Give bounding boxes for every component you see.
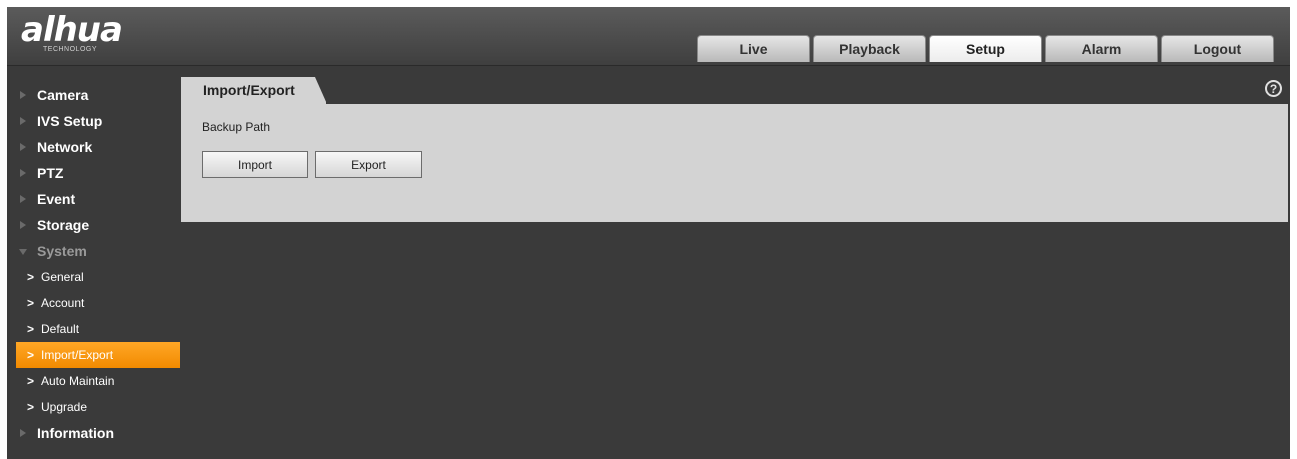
sidebar-item-label: Camera [37, 87, 89, 103]
collapsed-arrow-icon [20, 91, 26, 99]
app-frame: alhua TECHNOLOGY Live Playback Setup Ala… [7, 7, 1290, 459]
chevron-right-icon: > [27, 322, 35, 336]
sidebar-subitem-label: Default [41, 322, 80, 336]
brand-logo: alhua TECHNOLOGY [21, 11, 161, 59]
collapsed-arrow-icon [20, 195, 26, 203]
content-tab-import-export[interactable]: Import/Export [181, 77, 327, 104]
tab-alarm[interactable]: Alarm [1045, 35, 1158, 62]
sidebar: Camera IVS Setup Network PTZ Event Stora… [7, 82, 180, 446]
tab-setup[interactable]: Setup [929, 35, 1042, 62]
chevron-right-icon: > [27, 296, 35, 310]
top-header: alhua TECHNOLOGY Live Playback Setup Ala… [7, 7, 1290, 66]
chevron-right-icon: > [27, 270, 35, 284]
tab-live[interactable]: Live [697, 35, 810, 62]
chevron-right-icon: > [27, 400, 35, 414]
collapsed-arrow-icon [20, 429, 26, 437]
sidebar-item-event[interactable]: Event [7, 186, 180, 212]
import-export-panel: Backup Path Import Export [181, 104, 1288, 222]
sidebar-subitem-default[interactable]: > Default [16, 316, 180, 342]
sidebar-subitem-label: Upgrade [41, 400, 88, 414]
sidebar-subitem-label: Account [41, 296, 85, 310]
sidebar-item-label: Event [37, 191, 76, 207]
sidebar-item-camera[interactable]: Camera [7, 82, 180, 108]
sidebar-subitem-upgrade[interactable]: > Upgrade [16, 394, 180, 420]
sidebar-item-information[interactable]: Information [7, 420, 180, 446]
sidebar-item-label: System [37, 243, 87, 259]
chevron-right-icon: > [27, 348, 35, 362]
collapsed-arrow-icon [20, 143, 26, 151]
sidebar-subitem-account[interactable]: > Account [16, 290, 180, 316]
sidebar-item-storage[interactable]: Storage [7, 212, 180, 238]
collapsed-arrow-icon [20, 117, 26, 125]
expanded-arrow-icon [19, 249, 27, 255]
export-button[interactable]: Export [315, 151, 422, 178]
collapsed-arrow-icon [20, 221, 26, 229]
tab-logout[interactable]: Logout [1161, 35, 1274, 62]
sidebar-item-network[interactable]: Network [7, 134, 180, 160]
sidebar-subitem-general[interactable]: > General [16, 264, 180, 290]
collapsed-arrow-icon [20, 169, 26, 177]
sidebar-subitem-label: Auto Maintain [41, 374, 115, 388]
sidebar-item-label: PTZ [37, 165, 64, 181]
sidebar-item-label: Storage [37, 217, 90, 233]
sidebar-item-ptz[interactable]: PTZ [7, 160, 180, 186]
tab-playback[interactable]: Playback [813, 35, 926, 62]
help-icon[interactable]: ? [1265, 80, 1282, 97]
main-content: Import/Export Backup Path Import Export [181, 77, 1288, 222]
sidebar-item-label: IVS Setup [37, 113, 103, 129]
sidebar-subitem-label: General [41, 270, 84, 284]
sidebar-item-system[interactable]: System [7, 238, 180, 264]
chevron-right-icon: > [27, 374, 35, 388]
sidebar-item-label: Network [37, 139, 93, 155]
main-tabs: Live Playback Setup Alarm Logout [697, 35, 1274, 63]
import-button[interactable]: Import [202, 151, 308, 178]
logo-subtext: TECHNOLOGY [43, 46, 98, 53]
logo-text: alhua [21, 10, 123, 50]
sidebar-subitem-import-export[interactable]: > Import/Export [16, 342, 180, 368]
sidebar-subitem-auto-maintain[interactable]: > Auto Maintain [16, 368, 180, 394]
backup-path-label: Backup Path [202, 120, 271, 134]
sidebar-item-label: Information [37, 425, 114, 441]
sidebar-subitem-label: Import/Export [41, 348, 114, 362]
sidebar-item-ivs-setup[interactable]: IVS Setup [7, 108, 180, 134]
